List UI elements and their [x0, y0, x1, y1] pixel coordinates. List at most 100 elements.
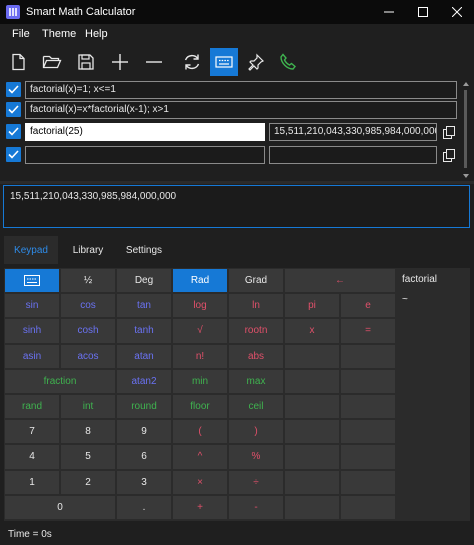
- pin-button[interactable]: [242, 48, 270, 76]
- key-4[interactable]: 4: [5, 445, 59, 469]
- key-atan[interactable]: atan: [117, 344, 171, 368]
- menu-theme[interactable]: Theme: [42, 28, 76, 40]
- key-[interactable]: %: [229, 445, 283, 469]
- key-acos[interactable]: acos: [61, 344, 115, 368]
- minimize-button[interactable]: [372, 0, 406, 24]
- tab-library[interactable]: Library: [62, 236, 114, 264]
- key-[interactable]: ÷: [229, 470, 283, 494]
- expression-input[interactable]: factorial(x)=x*factorial(x-1); x>1: [25, 101, 457, 119]
- key-[interactable]: +: [173, 495, 227, 519]
- key-[interactable]: ^: [173, 445, 227, 469]
- refresh-button[interactable]: [178, 48, 206, 76]
- expression-checkbox[interactable]: [6, 124, 21, 139]
- key-[interactable]: (: [173, 420, 227, 444]
- tab-keypad[interactable]: Keypad: [4, 236, 58, 264]
- key-sin[interactable]: sin: [5, 294, 59, 318]
- key-blank[interactable]: [341, 420, 395, 444]
- key-2[interactable]: 2: [61, 470, 115, 494]
- key-blank[interactable]: [285, 495, 339, 519]
- key-ln[interactable]: ln: [229, 294, 283, 318]
- key-1[interactable]: 1: [5, 470, 59, 494]
- key-0[interactable]: 0: [5, 495, 115, 519]
- copy-result-button[interactable]: [441, 147, 457, 163]
- key-n[interactable]: n!: [173, 344, 227, 368]
- key-tan[interactable]: tan: [117, 294, 171, 318]
- phone-button[interactable]: [274, 48, 302, 76]
- key-[interactable]: -: [229, 495, 283, 519]
- key-pi[interactable]: pi: [285, 294, 339, 318]
- key-[interactable]: ×: [173, 470, 227, 494]
- expression-input[interactable]: [25, 146, 265, 164]
- key-tanh[interactable]: tanh: [117, 319, 171, 343]
- key-blank[interactable]: [341, 344, 395, 368]
- key-min[interactable]: min: [173, 369, 227, 393]
- key-abs[interactable]: abs: [229, 344, 283, 368]
- key-9[interactable]: 9: [117, 420, 171, 444]
- key-cos[interactable]: cos: [61, 294, 115, 318]
- remove-expression-button[interactable]: [140, 48, 168, 76]
- key-5[interactable]: 5: [61, 445, 115, 469]
- key-ceil[interactable]: ceil: [229, 395, 283, 419]
- add-expression-button[interactable]: [106, 48, 134, 76]
- expression-input[interactable]: factorial(25): [25, 123, 265, 141]
- key-floor[interactable]: floor: [173, 395, 227, 419]
- key-[interactable]: √: [173, 319, 227, 343]
- key-blank[interactable]: [285, 420, 339, 444]
- key-blank[interactable]: [285, 344, 339, 368]
- key-keyboard[interactable]: [5, 269, 59, 293]
- expression-input[interactable]: factorial(x)=1; x<=1: [25, 81, 457, 99]
- key-3[interactable]: 3: [117, 470, 171, 494]
- panel-splitter[interactable]: [0, 181, 474, 184]
- key-[interactable]: ): [229, 420, 283, 444]
- key-blank[interactable]: [341, 470, 395, 494]
- key-blank[interactable]: [341, 445, 395, 469]
- key-max[interactable]: max: [229, 369, 283, 393]
- key-cosh[interactable]: cosh: [61, 319, 115, 343]
- keyboard-toggle-button[interactable]: [210, 48, 238, 76]
- key-rand[interactable]: rand: [5, 395, 59, 419]
- close-button[interactable]: [440, 0, 474, 24]
- copy-result-button[interactable]: [441, 124, 457, 140]
- key-round[interactable]: round: [117, 395, 171, 419]
- expression-checkbox[interactable]: [6, 147, 21, 162]
- key-blank[interactable]: [285, 395, 339, 419]
- tab-settings[interactable]: Settings: [118, 236, 170, 264]
- scroll-up-icon[interactable]: [463, 82, 469, 86]
- key-7[interactable]: 7: [5, 420, 59, 444]
- key-rootn[interactable]: rootn: [229, 319, 283, 343]
- key-8[interactable]: 8: [61, 420, 115, 444]
- library-item[interactable]: ~: [402, 294, 408, 305]
- key-[interactable]: ½: [61, 269, 115, 293]
- key-rad[interactable]: Rad: [173, 269, 227, 293]
- key-x[interactable]: x: [285, 319, 339, 343]
- save-button[interactable]: [72, 48, 100, 76]
- key-blank[interactable]: [285, 369, 339, 393]
- key-grad[interactable]: Grad: [229, 269, 283, 293]
- key-e[interactable]: e: [341, 294, 395, 318]
- key-log[interactable]: log: [173, 294, 227, 318]
- open-folder-button[interactable]: [38, 48, 66, 76]
- key-asin[interactable]: asin: [5, 344, 59, 368]
- key-sinh[interactable]: sinh: [5, 319, 59, 343]
- key-[interactable]: ←: [285, 269, 395, 293]
- expression-checkbox[interactable]: [6, 102, 21, 117]
- scroll-down-icon[interactable]: [463, 174, 469, 178]
- new-file-button[interactable]: [4, 48, 32, 76]
- key-blank[interactable]: [285, 470, 339, 494]
- key-[interactable]: .: [117, 495, 171, 519]
- key-blank[interactable]: [341, 395, 395, 419]
- key-6[interactable]: 6: [117, 445, 171, 469]
- key-blank[interactable]: [341, 495, 395, 519]
- library-item[interactable]: factorial: [402, 274, 437, 285]
- scroll-thumb[interactable]: [464, 90, 467, 168]
- menu-file[interactable]: File: [12, 28, 30, 40]
- key-blank[interactable]: [341, 369, 395, 393]
- key-deg[interactable]: Deg: [117, 269, 171, 293]
- expression-checkbox[interactable]: [6, 82, 21, 97]
- expression-scrollbar[interactable]: [461, 78, 472, 182]
- menu-help[interactable]: Help: [85, 28, 108, 40]
- key-blank[interactable]: [285, 445, 339, 469]
- maximize-button[interactable]: [406, 0, 440, 24]
- key-fraction[interactable]: fraction: [5, 369, 115, 393]
- key-atan2[interactable]: atan2: [117, 369, 171, 393]
